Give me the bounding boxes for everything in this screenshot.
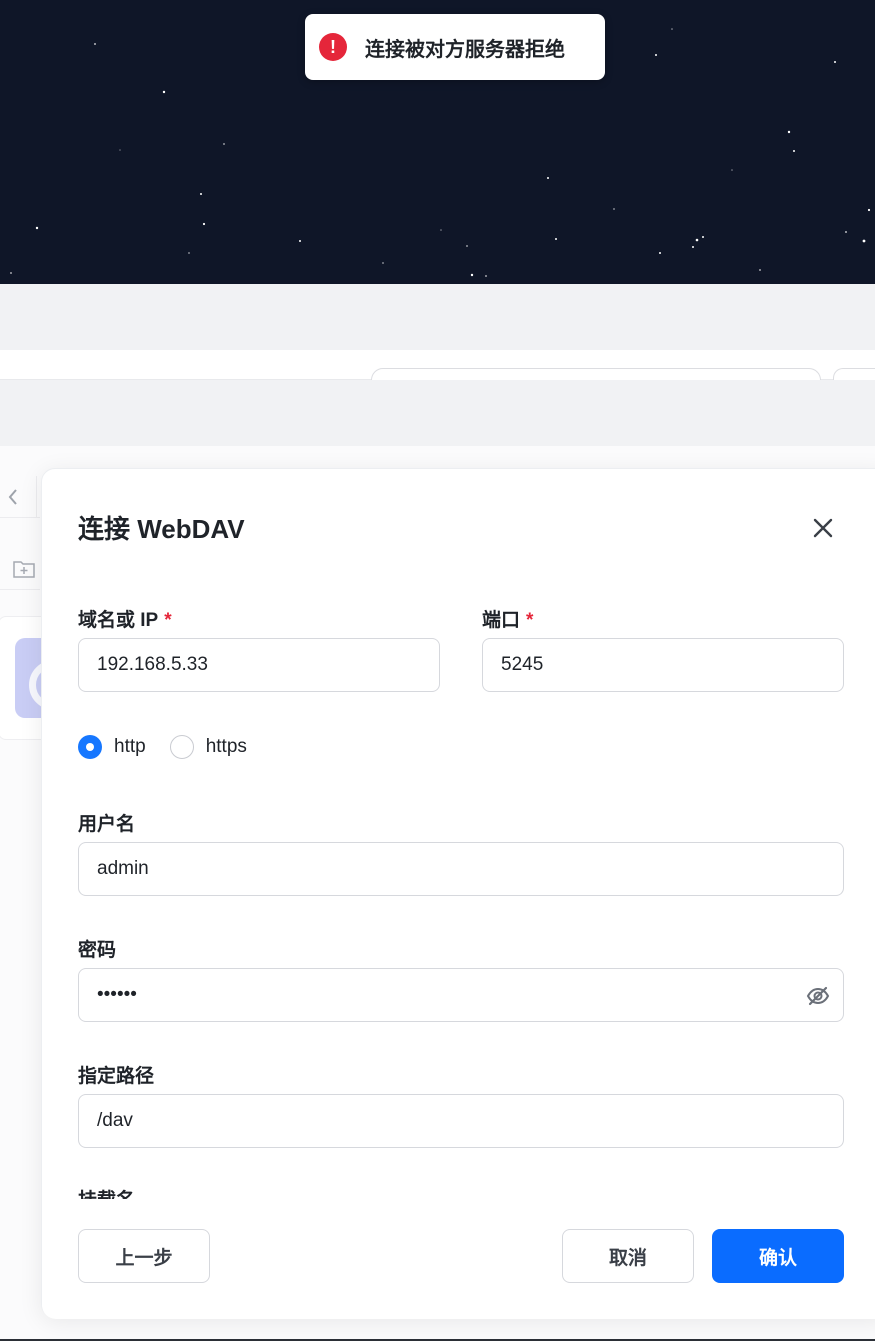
prev-step-button[interactable]: 上一步: [78, 1229, 210, 1283]
host-value: 192.168.5.33: [97, 654, 208, 675]
password-input[interactable]: ••••••: [78, 968, 844, 1022]
username-value: admin: [97, 858, 149, 879]
cancel-button[interactable]: 取消: [562, 1229, 694, 1283]
password-value: ••••••: [97, 984, 137, 1005]
password-label: 密码: [78, 940, 117, 961]
back-arrow-icon: [6, 484, 26, 510]
required-mark: *: [526, 610, 534, 631]
port-label: 端口 *: [482, 610, 534, 631]
radio-http[interactable]: http: [78, 735, 146, 759]
port-input[interactable]: 5245: [482, 638, 844, 692]
dialog-title: 连接 WebDAV: [78, 514, 245, 544]
eye-off-icon[interactable]: [805, 983, 831, 1009]
toast-message: 连接被对方服务器拒绝: [365, 38, 565, 61]
radio-unchecked-icon: [169, 735, 194, 759]
new-folder-icon: [12, 558, 36, 580]
radio-https[interactable]: https: [169, 735, 247, 759]
host-label: 域名或 IP *: [78, 610, 172, 631]
path-value: /dav: [97, 1110, 133, 1131]
background-band: [0, 284, 875, 350]
path-input[interactable]: /dav: [78, 1094, 844, 1148]
path-label: 指定路径: [78, 1066, 155, 1087]
error-toast: ! 连接被对方服务器拒绝: [305, 14, 605, 80]
username-label: 用户名: [78, 814, 136, 835]
divider: [0, 517, 40, 518]
required-mark: *: [164, 610, 172, 631]
confirm-button[interactable]: 确认: [712, 1229, 844, 1283]
port-value: 5245: [501, 654, 544, 675]
divider: [36, 476, 37, 518]
protocol-radio-group: http https: [78, 735, 271, 759]
webdav-dialog: 连接 WebDAV 域名或 IP * 192.168.5.33 端口 * 5245 …: [41, 468, 875, 1319]
host-input[interactable]: 192.168.5.33: [78, 638, 440, 692]
username-input[interactable]: admin: [78, 842, 844, 896]
screen: ! 连接被对方服务器拒绝 连接 WebDAV 域名或 IP * 192.168.5…: [0, 0, 875, 1341]
divider: [0, 589, 40, 590]
error-icon: !: [319, 33, 347, 61]
close-icon[interactable]: [808, 513, 838, 543]
radio-checked-icon: [78, 735, 102, 759]
mount-name-label: 挂载名: [78, 1185, 135, 1199]
background-band: [0, 380, 875, 446]
